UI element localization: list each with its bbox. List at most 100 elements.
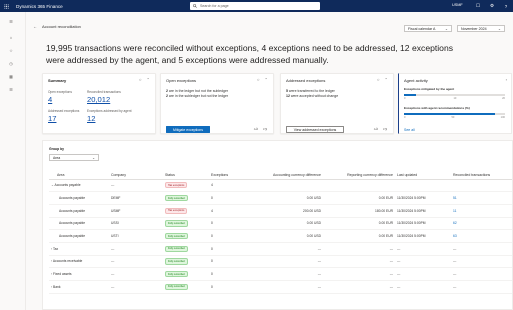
company-cell: USSI (111, 217, 165, 231)
app-launcher-icon[interactable] (0, 0, 12, 12)
back-arrow-icon[interactable]: ← (33, 24, 37, 29)
table-row[interactable]: Accounts payable USSI Fully reconciled 0 0.0… (49, 217, 512, 231)
last-updated-cell (397, 179, 453, 193)
table-row[interactable]: ⌄ Accounts payable --- Has exceptions 4 (49, 179, 512, 193)
app-name[interactable]: Dynamics 365 Finance (16, 4, 63, 9)
chevron-right-icon[interactable]: › (506, 77, 507, 82)
column-header[interactable]: Last updated (397, 171, 453, 180)
top-bar: Dynamics 365 Finance Search for a page U… (0, 0, 513, 12)
see-all-link[interactable]: See all (404, 128, 415, 132)
agent-activity-title: Agent activity (404, 78, 428, 83)
accounting-difference-cell: 200.00 USD (249, 204, 325, 218)
column-header[interactable]: Status (165, 171, 211, 180)
open-exceptions-line-2: 2 are in the subledger but not the ledge… (166, 94, 228, 98)
company-selector[interactable]: USMF (452, 3, 463, 7)
clock-icon[interactable]: ◷ (8, 60, 14, 66)
open-exceptions-line-1: 2 are in the ledger but not the subledge… (166, 89, 228, 93)
hamburger-icon[interactable]: ☰ (8, 18, 14, 24)
table-row[interactable]: › Accounts receivable --- Fully reconciled… (49, 255, 512, 269)
chevron-up-icon[interactable]: ⌃ (264, 77, 268, 82)
area-text: Tax (52, 246, 59, 251)
reporting-difference-cell: 0.00 EUR (325, 217, 397, 231)
mitigate-exceptions-button[interactable]: Mitigate exceptions (166, 126, 210, 133)
status-badge: Fully reconciled (165, 245, 188, 252)
reporting-difference-cell: --- (325, 242, 397, 256)
reporting-difference-cell (325, 179, 397, 193)
last-updated-cell: 11/30/2024 5:00PM (397, 229, 453, 243)
reconciled-cell[interactable]: 63 (453, 229, 512, 243)
reconciled-cell[interactable]: 11 (453, 204, 512, 218)
bell-icon[interactable]: ☐ (474, 1, 482, 11)
reconciled-cell[interactable]: 62 (453, 217, 512, 231)
column-header[interactable]: Company (111, 171, 165, 180)
accounting-difference-cell: --- (249, 280, 325, 294)
period-select[interactable]: November 2024 ⌄ (457, 25, 505, 32)
reporting-difference-cell: --- (325, 280, 397, 294)
area-cell: › Tax (49, 242, 111, 256)
agent-recommendations-fill (404, 113, 495, 115)
agent-sub2: Exceptions with agent recommendations (%… (404, 106, 470, 110)
accounting-difference-cell (249, 179, 325, 193)
reconciled-cell[interactable]: 51 (453, 191, 512, 205)
addressed-line-1: 5 were transferred to the ledger (286, 89, 335, 93)
exceptions-cell: 0 (211, 267, 249, 281)
status-cell: Fully reconciled (165, 191, 211, 205)
info-icon[interactable]: ○ (377, 77, 380, 82)
fiscal-calendar-select[interactable]: Fiscal calendar A ⌄ (404, 25, 452, 32)
home-icon[interactable]: ⌂ (8, 34, 14, 40)
line2-text: are in the subledger but not the ledger (167, 94, 229, 98)
column-header[interactable]: Accounting currency difference (249, 171, 325, 180)
reconciliation-table: Area Company Status Exceptions Accounting cu… (49, 171, 512, 294)
chevron-up-icon[interactable]: ⌃ (146, 77, 150, 82)
table-row[interactable]: Accounts payable USTI Fully reconciled 0 0.0… (49, 229, 512, 243)
reporting-difference-cell: --- (325, 267, 397, 281)
addressed-value[interactable]: 17 (48, 114, 56, 123)
gear-icon[interactable]: ⚙ (488, 1, 496, 11)
table-row[interactable]: › Fixed assets --- Fully reconciled 0 --- ---… (49, 267, 512, 281)
status-cell: Fully reconciled (165, 255, 211, 269)
reconciled-cell: --- (453, 255, 512, 269)
area-cell: › Fixed assets (49, 267, 111, 281)
reporting-difference-cell: --- (325, 255, 397, 269)
by-agent-value[interactable]: 12 (87, 114, 95, 123)
workspace-icon[interactable]: ☰ (8, 86, 14, 92)
table-row[interactable]: › Bank --- Fully reconciled 0 --- --- --- --- (49, 280, 512, 294)
open-exceptions-label: Open exceptions (48, 90, 72, 94)
column-header[interactable]: Reconciled transactions (453, 171, 512, 180)
filter-bar: Fiscal calendar A ⌄ November 2024 ⌄ (404, 25, 505, 32)
line2-text: were accepted without change (289, 94, 339, 98)
search-box[interactable]: Search for a page (190, 2, 320, 10)
column-header[interactable]: Area (49, 171, 111, 180)
agent-mitigated-fill (404, 94, 417, 96)
column-header[interactable]: Reporting currency difference (325, 171, 397, 180)
open-exceptions-value[interactable]: 4 (48, 95, 52, 104)
thumbs-up-icon[interactable]: 👍︎ (254, 126, 258, 132)
info-icon[interactable]: ○ (257, 77, 260, 82)
reporting-difference-cell: 0.00 EUR (325, 229, 397, 243)
status-badge: Fully reconciled (165, 220, 188, 227)
help-icon[interactable]: ? (502, 1, 510, 11)
star-icon[interactable]: ☆ (8, 47, 14, 53)
thumbs-up-icon[interactable]: 👍︎ (374, 126, 378, 132)
reconciled-value[interactable]: 20,012 (87, 95, 110, 104)
accounting-difference-cell: --- (249, 242, 325, 256)
chevron-down-icon: ⌄ (444, 26, 448, 31)
table-row[interactable]: Accounts payable DEMF Fully reconciled 0 0.0… (49, 191, 512, 205)
table-row[interactable]: Accounts payable USMF Has exceptions 4 200.0… (49, 204, 512, 218)
addressed-line-2: 12 were accepted without change (286, 94, 338, 98)
line1-text: are in the ledger but not the subledger (167, 89, 229, 93)
area-cell: Accounts payable (49, 191, 111, 205)
view-addressed-exceptions-button[interactable]: View addressed exceptions (286, 126, 344, 133)
status-cell: Has exceptions (165, 204, 211, 218)
chevron-up-icon[interactable]: ⌃ (384, 77, 388, 82)
thumbs-down-icon[interactable]: 👎︎ (263, 126, 267, 132)
column-header[interactable]: Exceptions (211, 171, 249, 180)
group-by-select[interactable]: Area ⌄ (49, 154, 99, 161)
table-row[interactable]: › Tax --- Fully reconciled 0 --- --- --- --- (49, 242, 512, 256)
accounting-difference-cell: 0.00 USD (249, 229, 325, 243)
info-icon[interactable]: ○ (139, 77, 142, 82)
thumbs-down-icon[interactable]: 👎︎ (383, 126, 387, 132)
fiscal-calendar-value: Fiscal calendar A (408, 26, 436, 31)
modules-icon[interactable]: ▦ (8, 73, 14, 79)
area-text: Bank (53, 284, 61, 289)
